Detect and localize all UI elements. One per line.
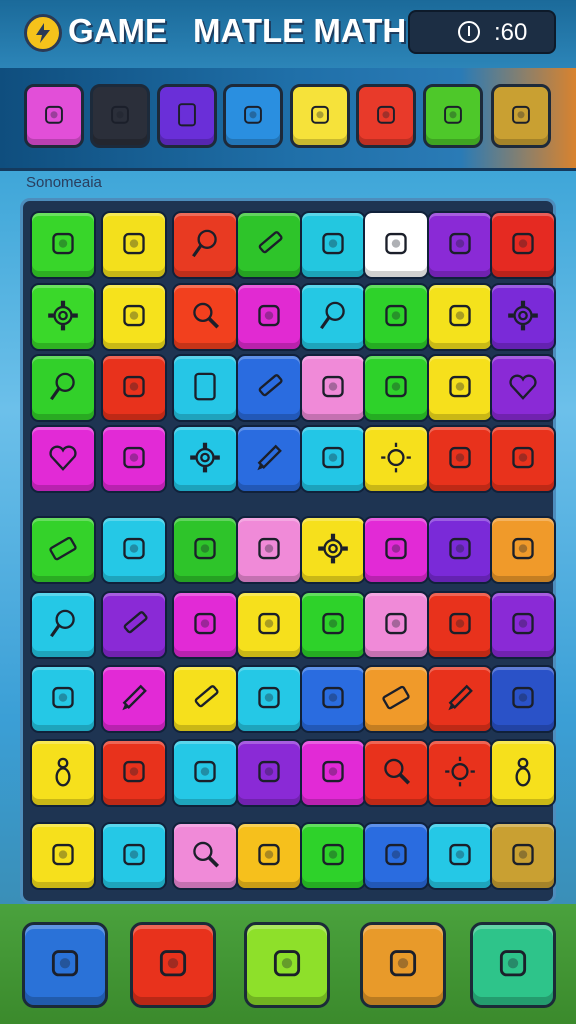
board-tile[interactable] [300,516,366,584]
board-tile[interactable] [30,739,96,807]
board-tile[interactable] [101,822,167,890]
board-tile[interactable] [427,739,493,807]
board-tile[interactable] [236,739,302,807]
info-icon[interactable] [458,21,480,43]
board-tile[interactable] [236,822,302,890]
powerup-radio[interactable] [24,84,84,148]
board-tile[interactable] [30,211,96,279]
board-tile[interactable] [300,822,366,890]
board-tile[interactable] [101,591,167,659]
board-tile[interactable] [101,354,167,422]
board-tile[interactable] [30,516,96,584]
ticket-button[interactable] [360,922,446,1008]
board-tile[interactable] [300,283,366,351]
section-label: Sonomeaia [26,174,102,191]
bone-button[interactable] [22,922,108,1008]
board-tile[interactable] [490,591,556,659]
board-tile[interactable] [490,822,556,890]
board-tile[interactable] [427,591,493,659]
board-tile[interactable] [236,665,302,733]
board-tile[interactable] [101,283,167,351]
board-tile[interactable] [236,591,302,659]
board-tile[interactable] [490,283,556,351]
board-tile[interactable] [300,354,366,422]
board-tile[interactable] [363,665,429,733]
powerup-laptop[interactable] [290,84,350,148]
title-word2: MATLE MATHI [193,12,416,49]
board-tile[interactable] [172,516,238,584]
board-tile[interactable] [363,591,429,659]
board-tile[interactable] [172,354,238,422]
lightning-coin-icon [24,14,62,52]
board-tile[interactable] [172,665,238,733]
board-tile[interactable] [427,665,493,733]
powerup-tablet[interactable] [157,84,217,148]
board-tile[interactable] [30,822,96,890]
board-tile[interactable] [490,739,556,807]
timer-panel: :60 [408,10,556,54]
title-word1: GAME [68,12,167,49]
board-tile[interactable] [427,354,493,422]
board-tile[interactable] [300,739,366,807]
header-bar: GAME MATLE MATHI :60 [0,0,576,68]
truck-button[interactable] [130,922,216,1008]
board-tile[interactable] [490,354,556,422]
board-tile[interactable] [172,822,238,890]
board-tile[interactable] [490,425,556,493]
powerup-heart-pen[interactable] [356,84,416,148]
board-tile[interactable] [363,354,429,422]
board-tile[interactable] [236,516,302,584]
board-tile[interactable] [363,425,429,493]
board-tile[interactable] [30,283,96,351]
board-tile[interactable] [101,425,167,493]
board-tile[interactable] [490,211,556,279]
board-tile[interactable] [101,516,167,584]
board-tile[interactable] [101,665,167,733]
board-tile[interactable] [101,739,167,807]
powerup-jar[interactable] [423,84,483,148]
powerup-camera[interactable] [90,84,150,148]
timer-readout: :60 [494,19,528,46]
board-tile[interactable] [30,665,96,733]
game-board [20,198,556,904]
board-tile[interactable] [363,739,429,807]
board-tile[interactable] [490,516,556,584]
board-tile[interactable] [236,211,302,279]
board-tile[interactable] [172,591,238,659]
board-tile[interactable] [363,211,429,279]
tree-button[interactable] [244,922,330,1008]
board-tile[interactable] [300,591,366,659]
board-tile[interactable] [363,283,429,351]
sticker-button[interactable] [470,922,556,1008]
board-tile[interactable] [30,591,96,659]
board-tile[interactable] [427,822,493,890]
board-tile[interactable] [30,354,96,422]
powerup-bar [0,68,576,171]
board-tile[interactable] [101,211,167,279]
board-tile[interactable] [172,211,238,279]
board-tile[interactable] [427,283,493,351]
board-tile[interactable] [236,425,302,493]
powerup-compass[interactable] [223,84,283,148]
board-tile[interactable] [172,283,238,351]
board-tile[interactable] [30,425,96,493]
board-tile[interactable] [363,822,429,890]
board-tile[interactable] [300,665,366,733]
board-tile[interactable] [236,354,302,422]
game-title: GAME MATLE MATHI [68,12,415,50]
powerup-map[interactable] [491,84,551,148]
board-tile[interactable] [300,211,366,279]
board-tile[interactable] [236,283,302,351]
board-tile[interactable] [300,425,366,493]
board-tile[interactable] [427,425,493,493]
board-tile[interactable] [172,425,238,493]
board-tile[interactable] [490,665,556,733]
board-tile[interactable] [427,516,493,584]
bottom-toolbar [0,904,576,1024]
board-tile[interactable] [363,516,429,584]
board-tile[interactable] [172,739,238,807]
board-tile[interactable] [427,211,493,279]
